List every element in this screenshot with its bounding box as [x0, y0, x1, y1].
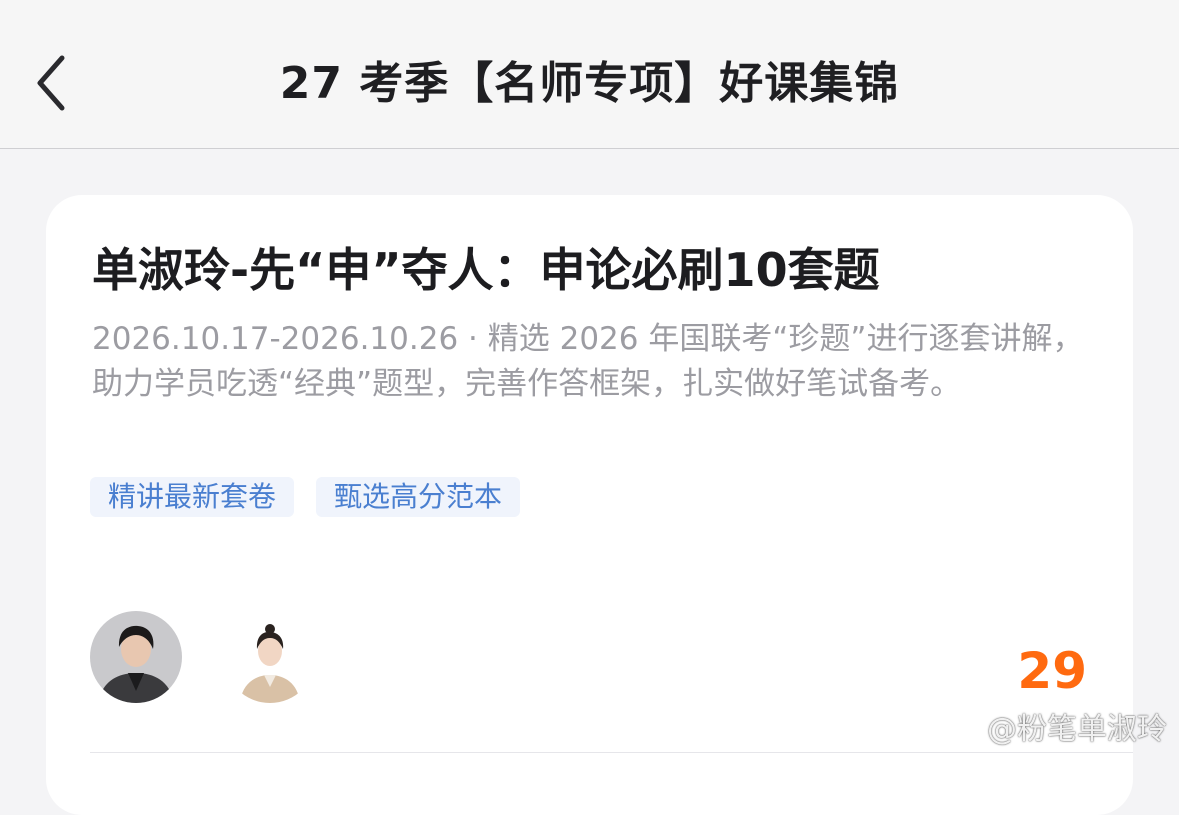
teacher-avatar[interactable] [90, 611, 182, 703]
course-tags: 精讲最新套卷 甄选高分范本 [90, 477, 521, 517]
page-title: 27 考季【名师专项】好课集锦 [279, 58, 900, 109]
course-date-range: 2026.10.17-2026.10.26 [92, 321, 459, 357]
weibo-icon [935, 713, 981, 749]
nav-header: 27 考季【名师专项】好课集锦 [0, 0, 1179, 149]
watermark-text: @粉笔单淑玲 [987, 712, 1167, 747]
tag-item: 甄选高分范本 [316, 477, 521, 517]
teacher-avatar-image [224, 611, 316, 703]
watermark: @粉笔单淑玲 [933, 708, 1167, 752]
course-description: 2026.10.17-2026.10.26 · 精选 2026 年国联考“珍题”… [92, 317, 1092, 407]
desc-separator: · [458, 321, 488, 357]
teacher-avatar[interactable] [224, 611, 316, 703]
course-count: 29 [1017, 642, 1087, 700]
teacher-avatar-image [90, 611, 182, 703]
course-title: 单淑玲-先“申”夺人：申论必刷10套题 [92, 243, 880, 297]
divider [90, 752, 1133, 753]
tag-item: 精讲最新套卷 [90, 477, 295, 517]
